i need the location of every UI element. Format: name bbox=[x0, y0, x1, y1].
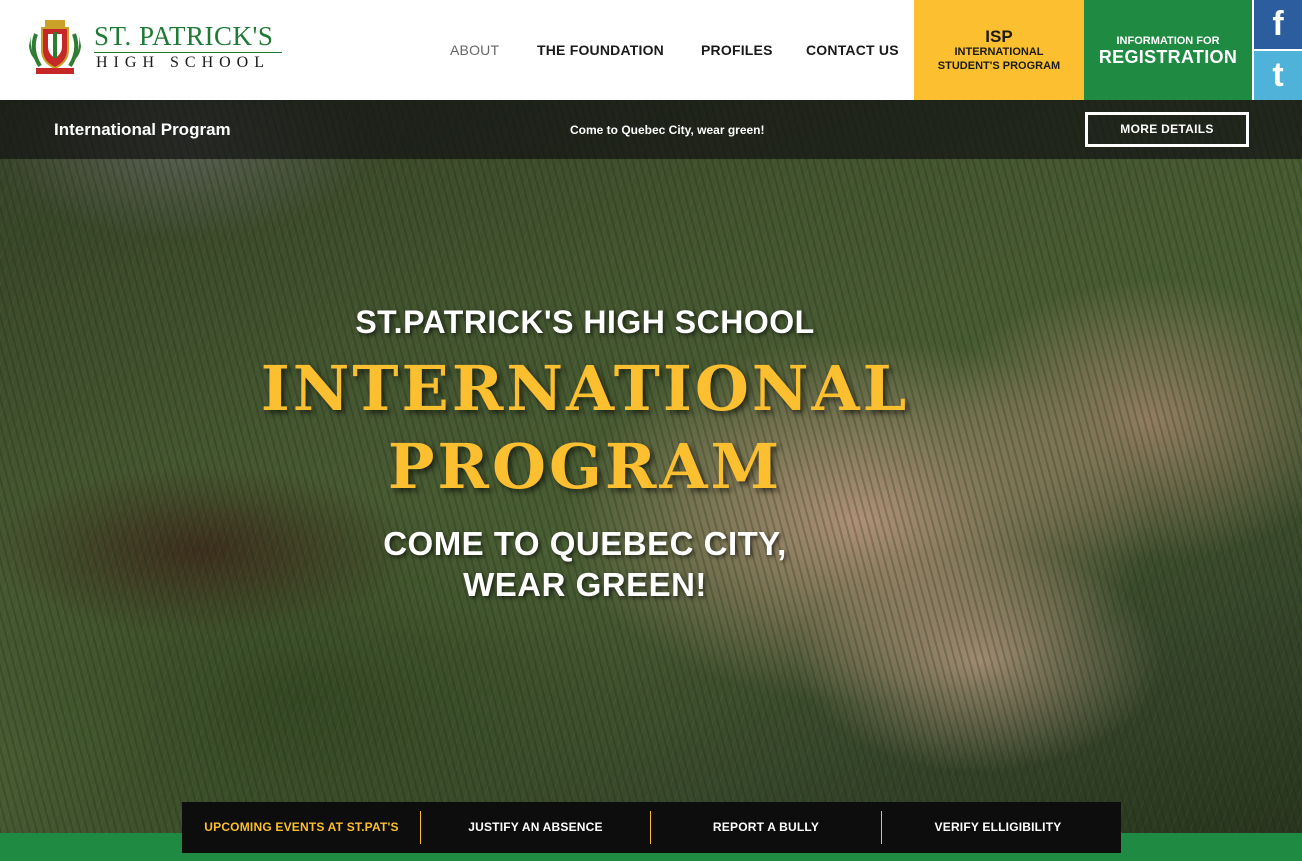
hero-headline-line-1: INTERNATIONAL bbox=[260, 352, 910, 425]
nav-about[interactable]: ABOUT bbox=[450, 42, 499, 58]
more-details-button[interactable]: MORE DETAILS bbox=[1085, 112, 1249, 147]
twitter-button[interactable]: t bbox=[1254, 51, 1302, 100]
quick-link-justify-absence[interactable]: JUSTIFY AN ABSENCE bbox=[421, 802, 650, 853]
school-crest-icon bbox=[29, 20, 81, 74]
facebook-icon: f bbox=[1272, 5, 1284, 43]
twitter-icon: t bbox=[1272, 56, 1284, 94]
hero-headline-line-2: PROGRAM bbox=[387, 430, 783, 503]
hero-tagline-line-2: WEAR GREEN! bbox=[463, 566, 707, 603]
logo-school-name: ST. PATRICK'S bbox=[94, 21, 274, 51]
ticker-message[interactable]: Come to Quebec City, wear green! bbox=[570, 123, 765, 137]
school-logo[interactable]: ST. PATRICK'S HIGH SCHOOL bbox=[26, 16, 286, 80]
registration-label: REGISTRATION bbox=[1098, 47, 1238, 67]
quick-link-report-bully[interactable]: REPORT A BULLY bbox=[651, 802, 881, 853]
quick-links-bar: UPCOMING EVENTS AT ST.PAT'S JUSTIFY AN A… bbox=[182, 802, 1121, 853]
hero-school-name: ST.PATRICK'S HIGH SCHOOL bbox=[355, 304, 815, 340]
logo-divider bbox=[94, 52, 282, 53]
isp-line-2: STUDENT'S PROGRAM bbox=[937, 60, 1061, 72]
registration-caption: INFORMATION FOR bbox=[1116, 35, 1220, 47]
hero-banner: International Program Come to Quebec Cit… bbox=[0, 100, 1302, 833]
isp-title: ISP bbox=[985, 27, 1013, 46]
quick-link-verify-eligibility[interactable]: VERIFY ELLIGIBILITY bbox=[882, 802, 1114, 853]
registration-button[interactable]: INFORMATION FOR REGISTRATION bbox=[1084, 0, 1252, 100]
logo-subtitle: HIGH SCHOOL bbox=[96, 54, 270, 71]
nav-profiles[interactable]: PROFILES bbox=[701, 42, 773, 58]
announcement-ticker: International Program Come to Quebec Cit… bbox=[0, 100, 1302, 159]
hero-tagline-line-1: COME TO QUEBEC CITY, bbox=[383, 525, 787, 562]
nav-the-foundation[interactable]: THE FOUNDATION bbox=[537, 42, 664, 58]
facebook-button[interactable]: f bbox=[1254, 0, 1302, 49]
nav-contact-us[interactable]: CONTACT US bbox=[806, 42, 899, 58]
site-header: ST. PATRICK'S HIGH SCHOOL ABOUT THE FOUN… bbox=[0, 0, 1302, 100]
isp-line-1: INTERNATIONAL bbox=[954, 46, 1044, 58]
quick-link-upcoming-events[interactable]: UPCOMING EVENTS AT ST.PAT'S bbox=[182, 802, 421, 853]
ticker-title: International Program bbox=[54, 120, 231, 139]
isp-button[interactable]: ISP INTERNATIONAL STUDENT'S PROGRAM bbox=[914, 0, 1084, 100]
